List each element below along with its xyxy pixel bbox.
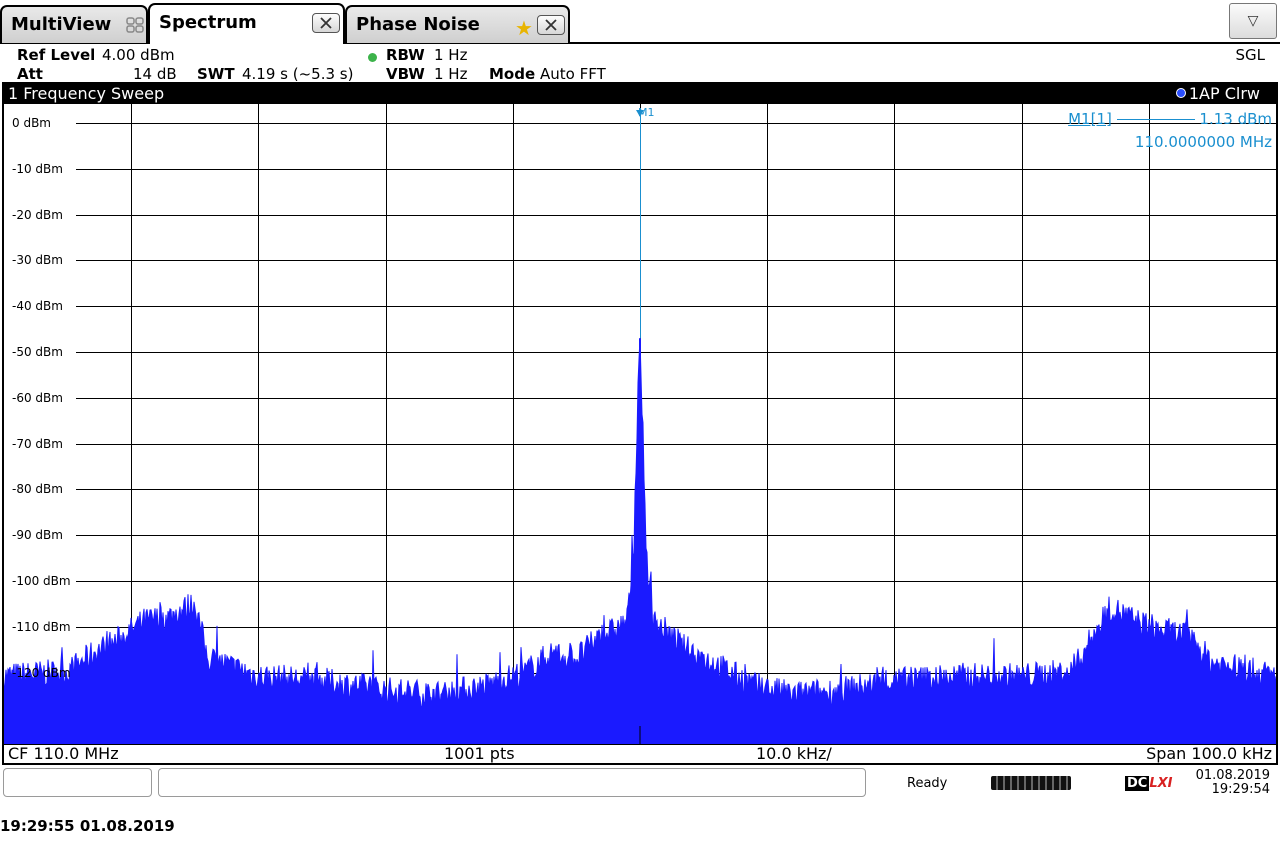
swt-value[interactable]: 4.19 s (~5.3 s): [242, 65, 353, 83]
status-time: 19:29:54: [1211, 782, 1270, 797]
vbw-value[interactable]: 1 Hz: [434, 65, 467, 83]
marker-label: M1: [638, 106, 655, 119]
mode-label: Mode: [489, 65, 536, 83]
status-bar: Ready DC LXI 01.08.2019 19:29:54: [0, 767, 1280, 801]
y-tick-label: -90 dBm: [12, 527, 63, 542]
vbw-label: VBW: [386, 65, 425, 83]
tab-label: Spectrum: [159, 12, 257, 33]
center-frequency[interactable]: CF 110.0 MHz: [8, 745, 119, 763]
mode-value[interactable]: Auto FFT: [540, 65, 606, 83]
y-tick-label: -120 dBm: [12, 665, 71, 680]
sweep-progress-bar: [991, 776, 1071, 790]
y-tick-label: -50 dBm: [12, 344, 63, 359]
tab-label: MultiView: [11, 14, 112, 35]
marker-readout[interactable]: M1[1] 1.13 dBm 110.0000000 MHz: [1068, 108, 1272, 154]
att-value[interactable]: 14 dB: [133, 65, 177, 83]
frequency-span[interactable]: Span 100.0 kHz: [1146, 745, 1272, 763]
marker-readout-freq: 110.0000000 MHz: [1134, 133, 1272, 151]
measurement-settings: Ref Level 4.00 dBm Att 14 dB SWT 4.19 s …: [0, 44, 1280, 83]
frequency-sweep-diagram[interactable]: M1 1 Frequency Sweep 1AP Clrw 0 dBm -10 d…: [2, 82, 1278, 765]
y-tick-label: -80 dBm: [12, 481, 63, 496]
sweep-points[interactable]: 1001 pts: [444, 745, 515, 763]
diagram-title: 1 Frequency Sweep: [8, 84, 165, 103]
message-box: [158, 768, 866, 797]
trace-label[interactable]: 1AP Clrw: [1175, 84, 1260, 104]
tab-label: Phase Noise: [356, 14, 480, 35]
swt-label: SWT: [197, 65, 235, 83]
trace-label-text: 1AP Clrw: [1188, 84, 1260, 103]
screenshot-timestamp: 19:29:55 01.08.2019: [0, 817, 175, 835]
att-label: Att: [17, 65, 43, 83]
y-tick-label: 0 dBm: [12, 115, 51, 130]
tab-spectrum[interactable]: Spectrum: [148, 3, 345, 44]
star-icon: ★: [515, 16, 533, 40]
dc-lxi-badge: DC LXI: [1125, 776, 1173, 791]
status-datetime: 01.08.2019 19:29:54: [1188, 769, 1270, 797]
y-tick-label: -40 dBm: [12, 298, 63, 313]
rbw-status-dot: [368, 48, 377, 66]
rbw-value[interactable]: 1 Hz: [434, 46, 467, 64]
triangle-down-icon: ▽: [1247, 13, 1259, 29]
sgl-indicator: SGL: [1235, 46, 1265, 64]
y-tick-label: -100 dBm: [12, 573, 71, 588]
marker-readout-leader: [1116, 119, 1195, 120]
tab-phase-noise[interactable]: Phase Noise ★: [345, 5, 570, 43]
spectrum-plot[interactable]: M1: [4, 84, 1276, 763]
y-tick-label: -60 dBm: [12, 390, 63, 405]
diagram-footer: CF 110.0 MHz 1001 pts 10.0 kHz/ Span 100…: [4, 744, 1276, 763]
rbw-label: RBW: [386, 46, 425, 64]
trace-dot-icon: [1175, 88, 1186, 98]
tab-multiview[interactable]: MultiView: [0, 5, 148, 43]
overview-menu-button[interactable]: ▽: [1229, 3, 1277, 39]
y-tick-label: -10 dBm: [12, 161, 63, 176]
division-scale: 10.0 kHz/: [756, 744, 832, 763]
close-icon[interactable]: [312, 13, 340, 33]
status-date: 01.08.2019: [1195, 768, 1270, 783]
diagram-header: 1 Frequency Sweep 1AP Clrw: [4, 84, 1276, 104]
y-tick-label: -110 dBm: [12, 619, 71, 634]
marker-readout-name: M1[1]: [1068, 110, 1112, 128]
ref-level-value[interactable]: 4.00 dBm: [102, 46, 175, 64]
close-icon[interactable]: [537, 15, 565, 35]
status-ready: Ready: [907, 776, 948, 791]
multiview-grid-icon: [126, 17, 144, 33]
y-tick-label: -30 dBm: [12, 252, 63, 267]
y-tick-label: -70 dBm: [12, 436, 63, 451]
message-box-small: [3, 768, 152, 797]
tab-bar: MultiView Spectrum Phase Noise ★ ▽: [0, 0, 1280, 44]
marker-readout-level: 1.13 dBm: [1199, 110, 1272, 128]
ref-level-label: Ref Level: [17, 46, 96, 64]
y-tick-label: -20 dBm: [12, 207, 63, 222]
